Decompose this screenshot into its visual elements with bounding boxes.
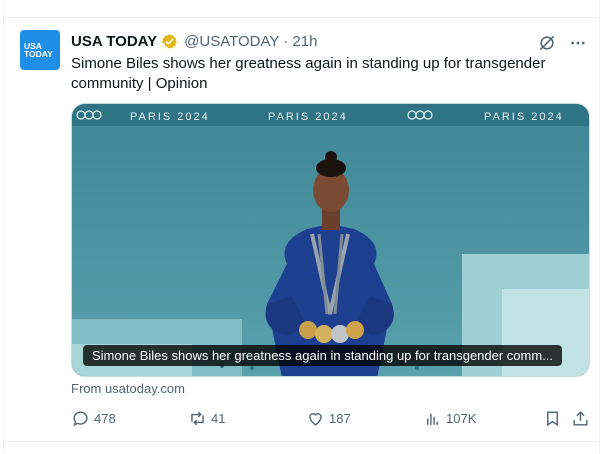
card-image: PARIS 2024 PARIS 2024 PARIS 2024	[72, 104, 589, 376]
author-name[interactable]: USA TODAY	[71, 33, 157, 50]
link-card[interactable]: PARIS 2024 PARIS 2024 PARIS 2024 Simone …	[71, 103, 590, 377]
like-button[interactable]: 187	[306, 409, 351, 428]
tweet-actions: 478 41 187 107K	[71, 409, 591, 431]
avatar[interactable]: USA TODAY	[20, 30, 60, 70]
reply-icon	[73, 411, 88, 427]
header-separator: ·	[283, 32, 289, 50]
backdrop-label-2: PARIS 2024	[268, 111, 348, 123]
reply-count: 478	[94, 411, 116, 426]
card-source[interactable]: From usatoday.com	[71, 381, 185, 396]
author-handle[interactable]: @USATODAY	[184, 33, 279, 50]
tweet-divider	[4, 441, 599, 442]
like-count: 187	[329, 411, 351, 426]
views-icon	[427, 413, 438, 425]
backdrop-label-1: PARIS 2024	[130, 111, 210, 123]
views-button[interactable]: 107K	[423, 409, 476, 428]
previous-tweet-edge	[4, 0, 599, 18]
tweet-header: USA TODAY @USATODAY · 21h	[71, 31, 317, 51]
avatar-text-line2: TODAY	[24, 49, 53, 59]
tweet-text[interactable]: Simone Biles shows her greatness again i…	[71, 54, 581, 94]
backdrop-label-3: PARIS 2024	[484, 111, 564, 123]
share-icon	[573, 411, 588, 426]
bookmark-icon	[547, 411, 558, 427]
like-icon	[309, 413, 322, 426]
bookmark-button[interactable]	[543, 409, 566, 428]
tweet-time[interactable]: 21h	[292, 33, 317, 50]
card-caption: Simone Biles shows her greatness again i…	[83, 345, 563, 366]
more-icon[interactable]	[569, 34, 587, 52]
views-count: 107K	[446, 411, 477, 426]
reply-button[interactable]: 478	[71, 409, 116, 428]
verified-badge-icon	[161, 33, 178, 48]
grok-icon[interactable]	[537, 33, 557, 53]
timeline-column: USA TODAY USA TODAY @USATODAY · 21h Simo…	[3, 0, 600, 454]
header-actions	[537, 33, 587, 53]
share-button[interactable]	[571, 409, 594, 428]
repost-icon	[191, 411, 204, 426]
repost-button[interactable]: 41	[188, 409, 225, 428]
repost-count: 41	[211, 411, 226, 426]
